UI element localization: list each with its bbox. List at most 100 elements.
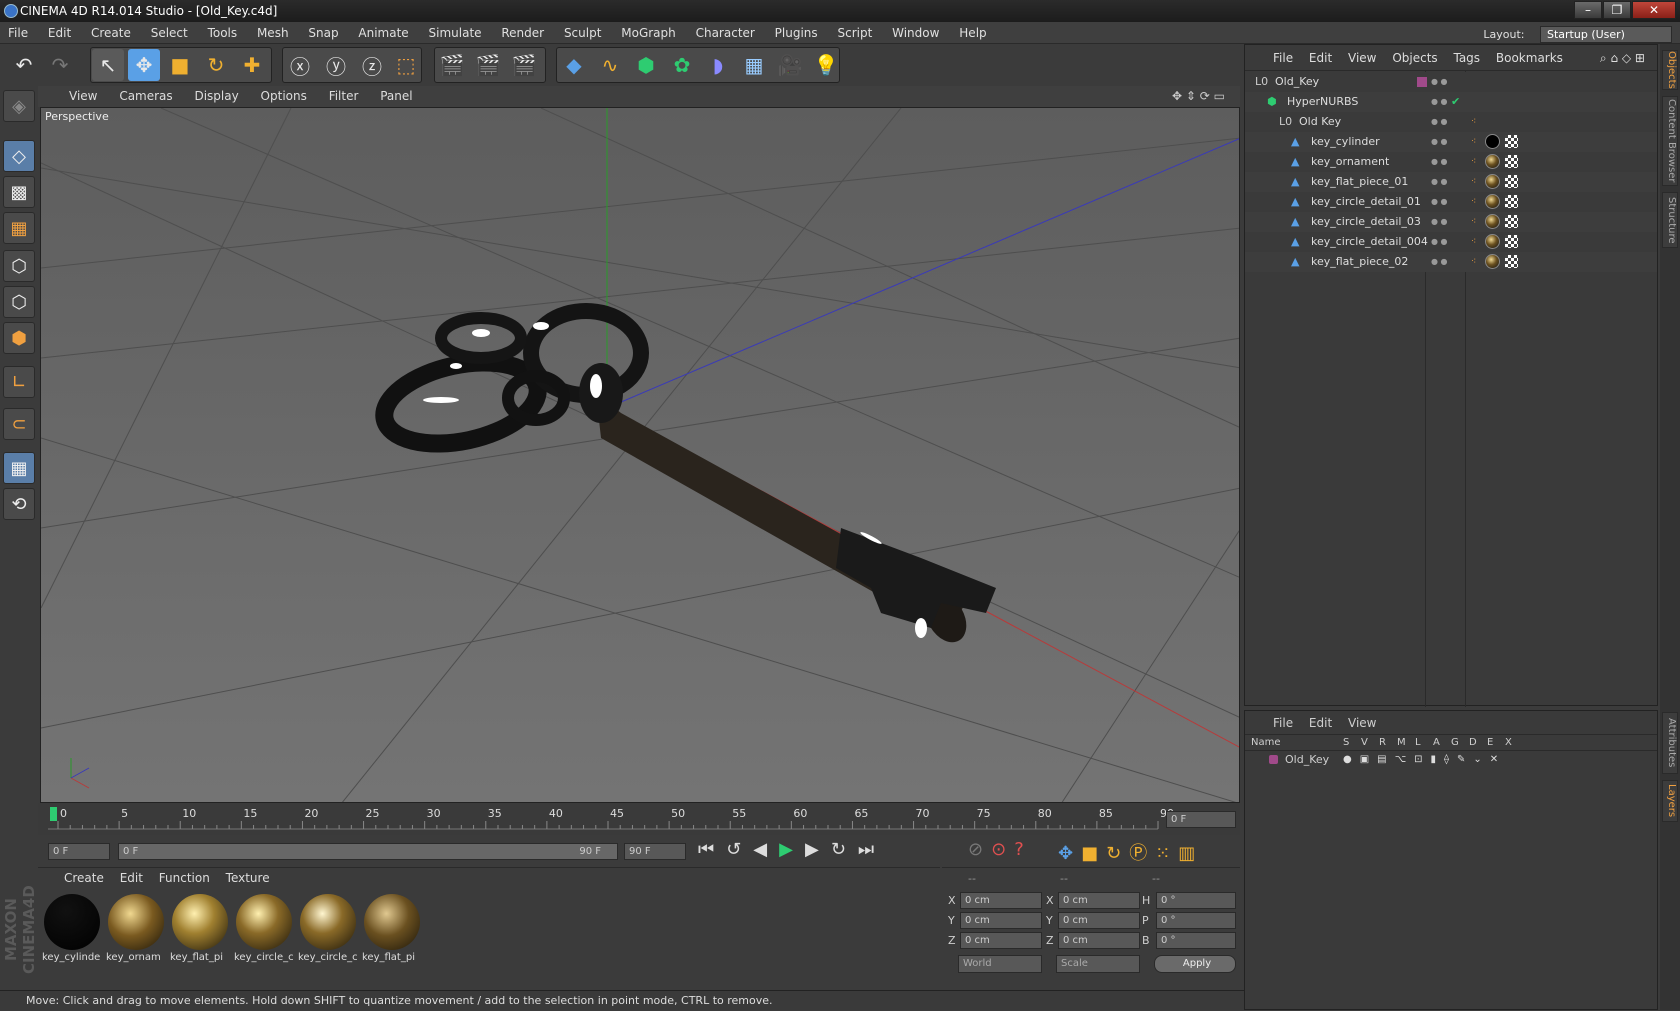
material-tag-icon[interactable] — [1485, 134, 1500, 149]
start-frame-field[interactable]: 0 F — [48, 843, 110, 860]
menu-mograph[interactable]: MoGraph — [613, 22, 684, 44]
record-active-icon[interactable]: ⊙ — [991, 839, 1014, 860]
object-name[interactable]: HyperNURBS — [1287, 92, 1358, 112]
layer-col-expressions[interactable]: E — [1487, 737, 1493, 748]
close-button[interactable]: ✕ — [1632, 1, 1676, 19]
deformer-icon[interactable]: ◗ — [702, 49, 734, 81]
uvw-tag-icon[interactable] — [1505, 215, 1518, 228]
uvw-tag-icon[interactable] — [1505, 175, 1518, 188]
object-row[interactable]: ▲ key_circle_detail_03 ● ● ⁖ — [1245, 212, 1657, 232]
autokey-icon[interactable]: ? — [1014, 839, 1032, 860]
render-settings-icon[interactable]: 🎬 — [508, 49, 540, 81]
tab-layers[interactable]: Layers — [1662, 780, 1678, 822]
layer-col-render[interactable]: R — [1379, 737, 1386, 748]
material-menu-texture[interactable]: Texture — [220, 868, 276, 888]
layer-menu-view[interactable]: View — [1342, 711, 1382, 735]
object-menu-edit[interactable]: Edit — [1303, 45, 1338, 71]
object-name[interactable]: key_circle_detail_004 — [1311, 232, 1428, 252]
visibility-dots-icon[interactable]: ● ● — [1431, 192, 1448, 212]
undo-icon[interactable]: ↶ — [8, 49, 40, 81]
key-position-icon[interactable]: ✥ — [1058, 843, 1081, 864]
key-rotation-icon[interactable]: ↻ — [1106, 843, 1129, 864]
play-forward-icon[interactable]: ▶ — [779, 839, 805, 860]
layer-col-xref[interactable]: X — [1505, 737, 1512, 748]
render-picture-viewer-icon[interactable]: 🎬 — [472, 49, 504, 81]
key-pla-icon[interactable]: ⁙ — [1155, 843, 1178, 864]
material-tag-icon[interactable] — [1485, 194, 1500, 209]
object-menu-tags[interactable]: Tags — [1447, 45, 1486, 71]
viewport-nav-icons[interactable]: ✥ ⇕ ⟳ ▭ — [1163, 86, 1234, 107]
viewport-menu-filter[interactable]: Filter — [320, 86, 368, 107]
end-frame-field[interactable]: 90 F — [624, 843, 686, 860]
material-menu-function[interactable]: Function — [153, 868, 216, 888]
object-name[interactable]: key_cylinder — [1311, 132, 1380, 152]
phong-tag-icon[interactable]: ⁖ — [1471, 232, 1476, 252]
restore-button[interactable]: ❐ — [1603, 1, 1631, 19]
menu-plugins[interactable]: Plugins — [767, 22, 826, 44]
phong-tag-icon[interactable]: ⁖ — [1471, 152, 1476, 172]
tab-objects[interactable]: Objects — [1662, 50, 1678, 90]
visibility-dots-icon[interactable]: ● ● — [1431, 152, 1448, 172]
goto-start-icon[interactable]: ⏮ — [698, 839, 726, 860]
edges-mode-icon[interactable]: ⬡ — [3, 286, 35, 318]
cube-primitive-icon[interactable]: ◆ — [558, 49, 590, 81]
phong-tag-icon[interactable]: ⁖ — [1471, 192, 1476, 212]
object-name[interactable]: key_circle_detail_01 — [1311, 192, 1421, 212]
material-menu-edit[interactable]: Edit — [114, 868, 149, 888]
perspective-viewport[interactable]: Perspective — [40, 107, 1240, 803]
y-axis-lock-icon[interactable]: ⓨ — [320, 49, 352, 81]
preview-range-slider[interactable]: 0 F 90 F — [118, 843, 618, 860]
workplane-mode-icon[interactable]: ▦ — [3, 212, 35, 244]
tab-content-browser[interactable]: Content Browser — [1662, 96, 1678, 186]
menu-select[interactable]: Select — [143, 22, 196, 44]
phong-tag-icon[interactable]: ⁖ — [1471, 112, 1476, 132]
object-menu-file[interactable]: File — [1267, 45, 1299, 71]
layer-col-name[interactable]: Name — [1251, 737, 1281, 748]
planar-workplane-icon[interactable]: ⟲ — [3, 488, 35, 520]
material-tag-icon[interactable] — [1485, 254, 1500, 269]
camera-icon[interactable]: 🎥 — [774, 49, 806, 81]
object-row[interactable]: L0 Old_Key ● ● — [1245, 72, 1657, 92]
material-swatch[interactable]: key_flat_pi — [362, 892, 422, 964]
x-axis-lock-icon[interactable]: ⓧ — [284, 49, 316, 81]
layer-col-generators[interactable]: G — [1451, 737, 1459, 748]
phong-tag-icon[interactable]: ⁖ — [1471, 212, 1476, 232]
menu-script[interactable]: Script — [829, 22, 880, 44]
object-name[interactable]: key_flat_piece_02 — [1311, 252, 1408, 272]
position-z-field[interactable]: 0 cm — [960, 932, 1042, 949]
rotation-h-field[interactable]: 0 ° — [1156, 892, 1236, 909]
material-tag-icon[interactable] — [1485, 154, 1500, 169]
object-menu-bookmarks[interactable]: Bookmarks — [1490, 45, 1569, 71]
layer-col-solo[interactable]: S — [1343, 737, 1349, 748]
material-swatch[interactable]: key_circle_c — [234, 892, 294, 964]
object-name[interactable]: Old_Key — [1275, 72, 1319, 92]
layer-col-manager[interactable]: M — [1397, 737, 1406, 748]
object-manager-tools-icons[interactable]: ⌕ ⌂ ◇ ⊞ — [1594, 45, 1651, 71]
menu-window[interactable]: Window — [884, 22, 947, 44]
uvw-tag-icon[interactable] — [1505, 255, 1518, 268]
phong-tag-icon[interactable]: ⁖ — [1471, 252, 1476, 272]
visibility-dots-icon[interactable]: ● ● — [1431, 72, 1448, 92]
move-tool-icon[interactable]: ✥ — [128, 49, 160, 81]
next-key-icon[interactable]: ↻ — [831, 839, 858, 860]
layer-col-view[interactable]: V — [1361, 737, 1368, 748]
layer-row[interactable]: Old_Key ●▣▤⌥⊡▮⟠✎⌄✕ — [1245, 751, 1657, 769]
scale-tool-icon[interactable]: ■ — [164, 49, 196, 81]
array-icon[interactable]: ✿ — [666, 49, 698, 81]
menu-tools[interactable]: Tools — [200, 22, 246, 44]
goto-end-icon[interactable]: ⏭ — [858, 839, 886, 860]
object-menu-objects[interactable]: Objects — [1386, 45, 1443, 71]
menu-snap[interactable]: Snap — [300, 22, 346, 44]
viewport-menu-options[interactable]: Options — [252, 86, 316, 107]
layer-name[interactable]: Old_Key — [1285, 751, 1329, 769]
uvw-tag-icon[interactable] — [1505, 195, 1518, 208]
tab-attributes[interactable]: Attributes — [1662, 712, 1678, 774]
uvw-tag-icon[interactable] — [1505, 235, 1518, 248]
rotate-tool-icon[interactable]: ↻ — [200, 49, 232, 81]
snap-magnet-icon[interactable]: ⊂ — [3, 408, 35, 440]
material-tag-icon[interactable] — [1485, 214, 1500, 229]
position-y-field[interactable]: 0 cm — [960, 912, 1042, 929]
size-x-field[interactable]: 0 cm — [1058, 892, 1140, 909]
menu-sculpt[interactable]: Sculpt — [556, 22, 609, 44]
object-row[interactable]: ▲ key_flat_piece_01 ● ● ⁖ — [1245, 172, 1657, 192]
